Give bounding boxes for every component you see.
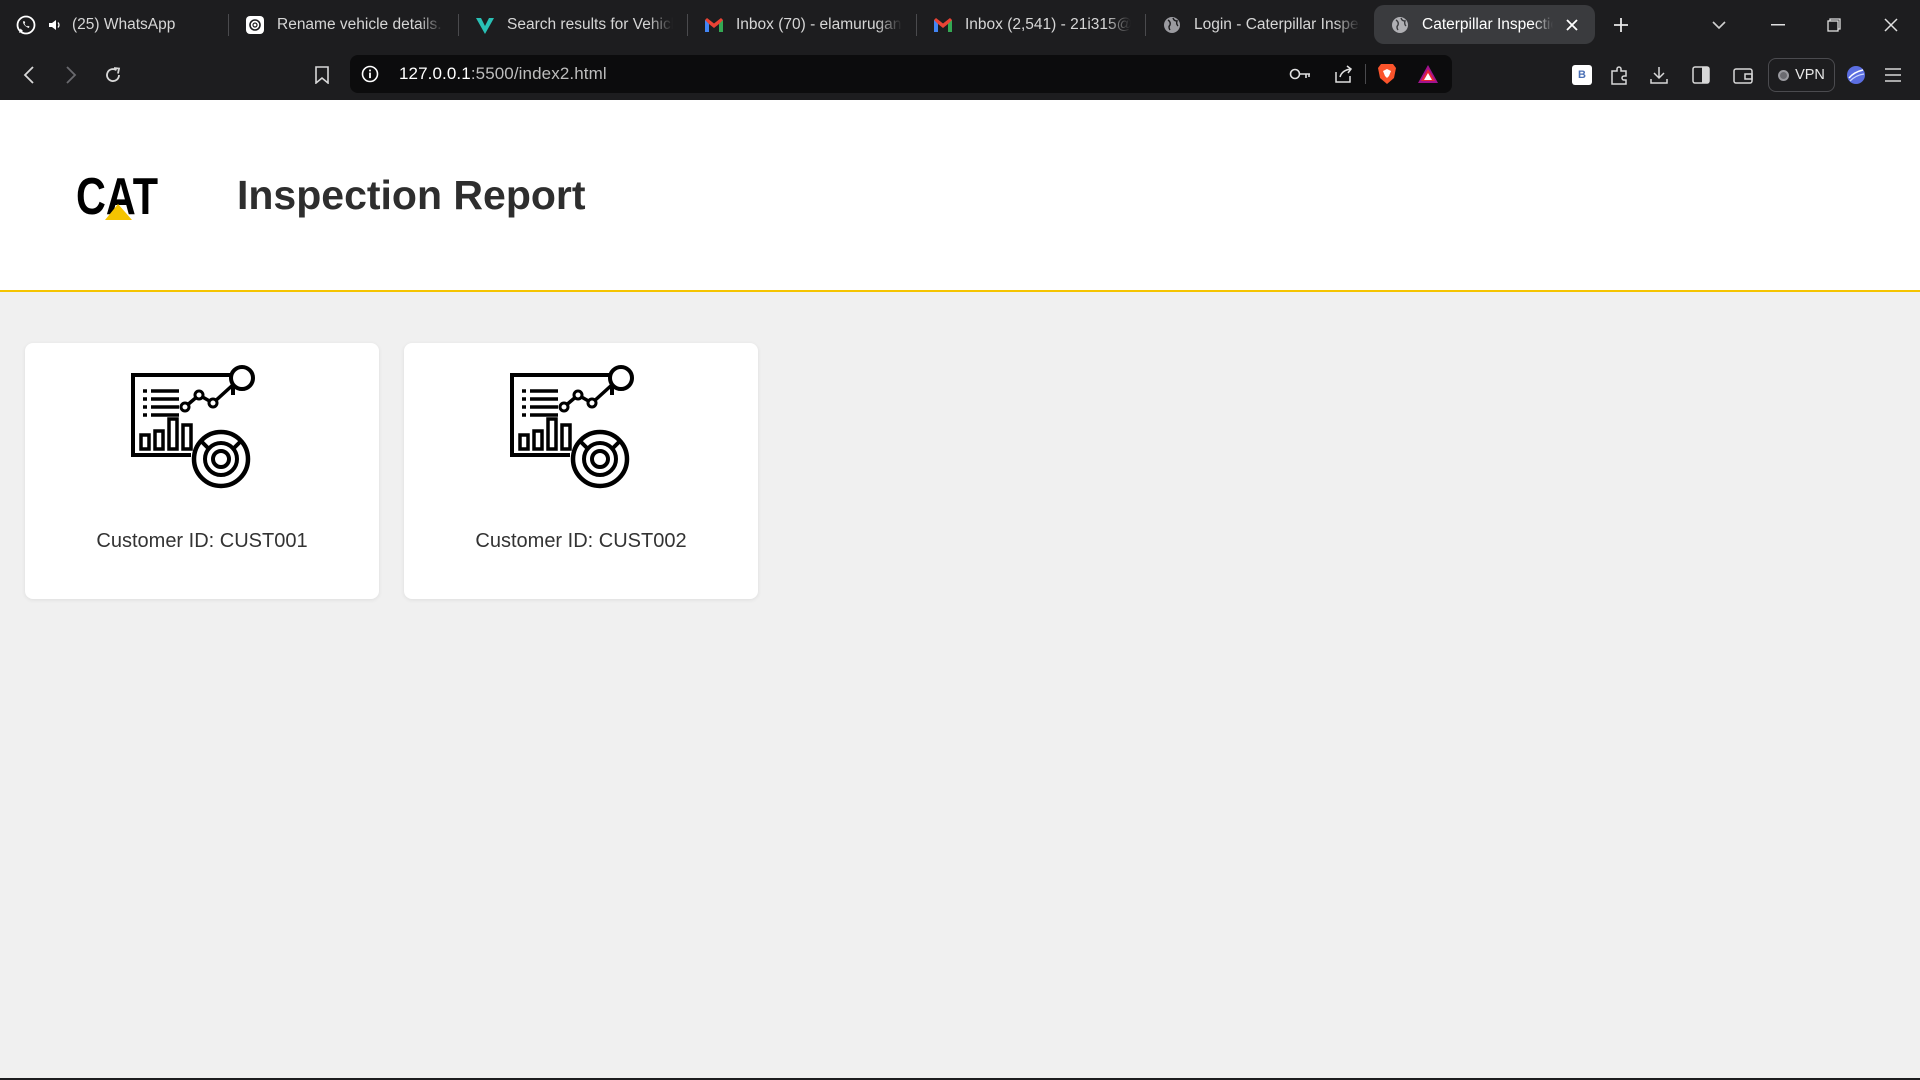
customer-card-cust001[interactable]: Customer ID: CUST001 (25, 343, 379, 599)
tab-search-button[interactable] (1704, 10, 1734, 40)
plus-icon (1614, 18, 1628, 32)
tab-title: Inbox (2,541) - 21i315@p (965, 15, 1131, 33)
back-arrow-icon (23, 66, 34, 84)
wallet-button[interactable] (1730, 63, 1756, 87)
bookmark-button[interactable] (308, 60, 336, 90)
avatar-icon (1847, 66, 1865, 84)
globe-icon (1162, 15, 1182, 35)
vectorizer-icon (475, 15, 495, 35)
browser-toolbar: 127.0.0.1:5500/index2.html B VPN (0, 50, 1920, 100)
whatsapp-icon (16, 15, 36, 35)
bookmark-icon (315, 66, 329, 84)
address-bar[interactable]: 127.0.0.1:5500/index2.html (350, 55, 1452, 93)
puzzle-icon (1611, 66, 1627, 85)
speaker-icon[interactable] (48, 17, 64, 33)
extension-b-icon[interactable]: B (1570, 63, 1594, 87)
minimize-button[interactable] (1761, 10, 1795, 40)
url-text[interactable]: 127.0.0.1:5500/index2.html (399, 64, 607, 84)
tab-title: Rename vehicle details. (277, 15, 442, 33)
tab-title: Login - Caterpillar Inspecti (1194, 15, 1360, 33)
report-dashboard-icon (129, 365, 257, 489)
reload-icon (106, 67, 121, 82)
chatgpt-icon (245, 15, 265, 35)
download-icon (1650, 67, 1668, 84)
tab-gmail-inbox-1[interactable]: Inbox (70) - elamurugann (688, 5, 916, 44)
downloads-button[interactable] (1646, 63, 1672, 87)
reload-button[interactable] (98, 60, 128, 90)
globe-icon (1390, 15, 1410, 35)
cat-logo: CAT (76, 168, 160, 226)
site-info-icon[interactable] (360, 64, 380, 84)
url-host: 127.0.0.1 (399, 64, 471, 83)
report-dashboard-icon (508, 365, 636, 489)
extensions-button[interactable] (1607, 63, 1633, 87)
gmail-icon (704, 15, 724, 35)
tab-title: Caterpillar Inspection (1422, 15, 1553, 33)
vpn-label: VPN (1795, 67, 1825, 83)
divider (1365, 64, 1366, 84)
wallet-icon (1733, 68, 1753, 84)
restore-button[interactable] (1817, 10, 1851, 40)
sidebar-icon (1692, 66, 1710, 84)
gmail-icon (933, 15, 953, 35)
tab-title: (25) WhatsApp (72, 15, 176, 33)
customer-id-label: Customer ID: CUST001 (96, 530, 308, 552)
page-viewport: CAT Inspection Report Customer ID: CUST0… (0, 100, 1920, 1078)
sidebar-button[interactable] (1688, 63, 1714, 87)
page-header: CAT Inspection Report (0, 100, 1920, 292)
menu-button[interactable] (1880, 63, 1906, 87)
url-path: :5500/index2.html (470, 64, 607, 83)
forward-button[interactable] (56, 60, 86, 90)
hamburger-icon (1885, 68, 1901, 82)
tab-title: Search results for Vehicle I (507, 15, 673, 33)
close-icon (1884, 18, 1898, 32)
back-button[interactable] (14, 60, 44, 90)
tab-login[interactable]: Login - Caterpillar Inspecti (1146, 5, 1374, 44)
tab-gmail-inbox-2[interactable]: Inbox (2,541) - 21i315@p (917, 5, 1145, 44)
new-tab-button[interactable] (1606, 10, 1636, 40)
password-key-icon[interactable] (1288, 63, 1312, 85)
brave-shields-icon[interactable] (1375, 62, 1399, 86)
profile-avatar[interactable] (1844, 63, 1868, 87)
extension-b-label: B (1572, 65, 1592, 85)
close-window-button[interactable] (1874, 10, 1908, 40)
customer-id-label: Customer ID: CUST002 (475, 530, 687, 552)
share-icon[interactable] (1331, 63, 1355, 85)
close-icon[interactable] (1563, 15, 1581, 35)
tab-caterpillar-inspection[interactable]: Caterpillar Inspection (1374, 5, 1595, 44)
restore-icon (1827, 18, 1841, 32)
customer-card-cust002[interactable]: Customer ID: CUST002 (404, 343, 758, 599)
chevron-down-icon (1712, 21, 1726, 30)
brave-rewards-icon[interactable] (1416, 62, 1440, 86)
tab-whatsapp[interactable]: (25) WhatsApp (0, 5, 228, 44)
vpn-status-icon (1778, 69, 1790, 81)
tab-search-results[interactable]: Search results for Vehicle I (459, 5, 687, 44)
minimize-icon (1771, 24, 1785, 26)
vpn-button[interactable]: VPN (1768, 58, 1835, 92)
tab-title: Inbox (70) - elamurugann (736, 15, 902, 33)
tab-chatgpt[interactable]: Rename vehicle details. (229, 5, 458, 44)
forward-arrow-icon (66, 66, 77, 84)
browser-tab-bar: (25) WhatsApp Rename vehicle details. Se… (0, 0, 1920, 50)
page-title: Inspection Report (237, 172, 586, 218)
